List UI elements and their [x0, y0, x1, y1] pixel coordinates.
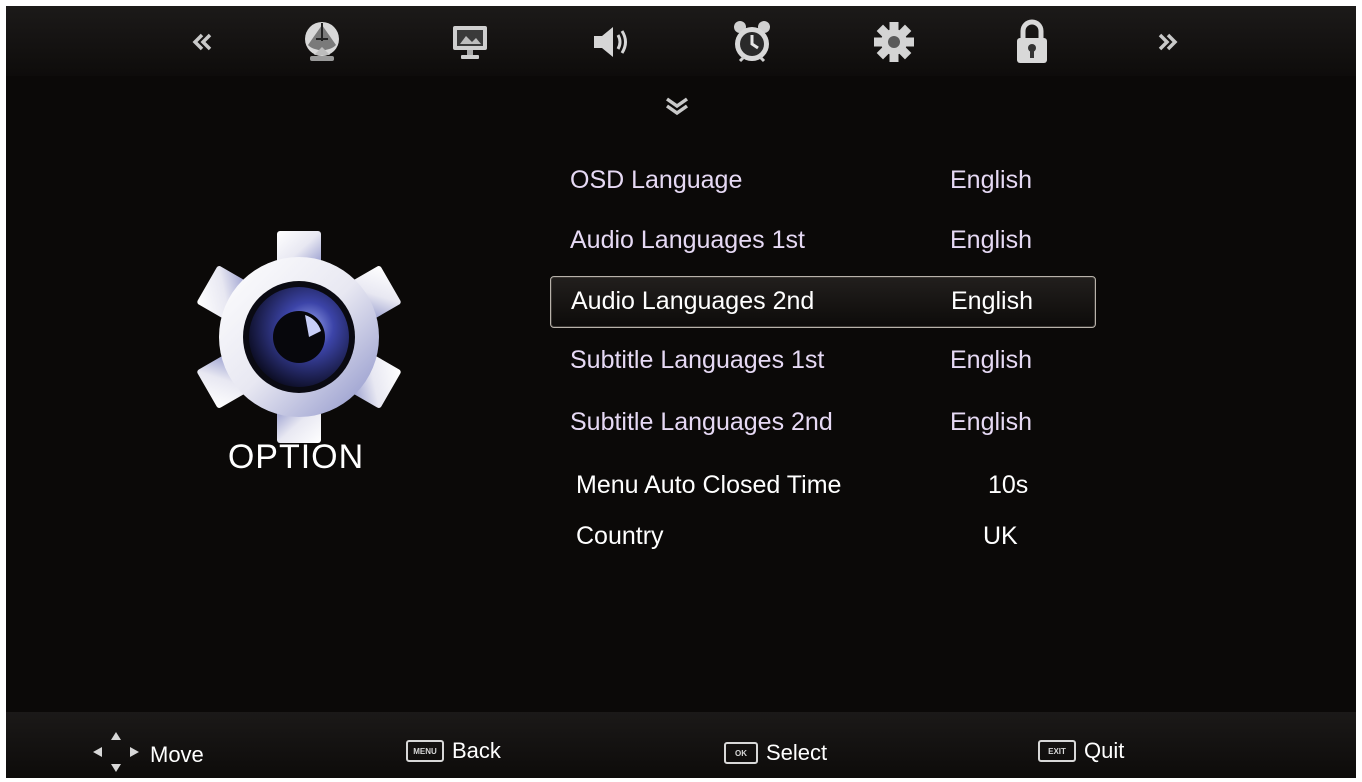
nav-option-tab[interactable]	[864, 14, 924, 70]
nav-channel-tab[interactable]	[292, 14, 352, 70]
alarm-clock-icon	[730, 19, 774, 65]
hint-label: Back	[452, 738, 501, 763]
menu-key-icon: MENU	[406, 740, 444, 762]
hint-move: Move	[90, 730, 204, 778]
exit-key-icon: EXIT	[1038, 740, 1076, 762]
menu-item-value: UK	[983, 522, 1018, 550]
nav-picture-tab[interactable]	[440, 14, 500, 70]
nav-next-button[interactable]	[1148, 14, 1188, 70]
nav-time-tab[interactable]	[722, 14, 782, 70]
double-chevron-left-icon	[191, 33, 213, 51]
hint-select: OK Select	[724, 740, 827, 766]
nav-sound-tab[interactable]	[582, 14, 642, 70]
menu-item-label: Menu Auto Closed Time	[576, 471, 842, 499]
ok-key-icon: OK	[724, 742, 758, 764]
hint-back: MENU Back	[406, 738, 501, 764]
option-gear-icon	[186, 224, 412, 450]
dpad-arrows-icon	[90, 730, 142, 778]
nav-lock-tab[interactable]	[1002, 14, 1062, 70]
menu-item-label: Audio Languages 2nd	[571, 287, 815, 315]
menu-item-value: English	[950, 166, 1032, 194]
menu-item-value: English	[950, 346, 1032, 374]
top-nav-bar	[6, 6, 1356, 76]
menu-item-subtitle-languages-2nd[interactable]: Subtitle Languages 2nd English	[550, 398, 1096, 450]
menu-item-subtitle-languages-1st[interactable]: Subtitle Languages 1st English	[550, 336, 1096, 388]
menu-item-osd-language[interactable]: OSD Language English	[550, 156, 1096, 208]
menu-item-value: English	[951, 287, 1033, 315]
nav-prev-button[interactable]	[182, 14, 222, 70]
section-title: OPTION	[227, 438, 365, 476]
help-bar: Move MENU Back OK Select EXIT Quit	[6, 712, 1356, 778]
double-chevron-down-icon	[660, 92, 694, 120]
tv-menu-screen: OPTION OSD Language English Audio Langua…	[6, 6, 1356, 778]
hint-quit: EXIT Quit	[1038, 738, 1124, 764]
menu-item-audio-languages-1st[interactable]: Audio Languages 1st English	[550, 216, 1096, 268]
padlock-icon	[1014, 19, 1050, 65]
double-chevron-right-icon	[1157, 33, 1179, 51]
menu-item-value: 10s	[988, 471, 1029, 499]
satellite-dish-icon	[300, 19, 344, 65]
hint-label: Quit	[1084, 738, 1125, 763]
menu-item-label: OSD Language	[570, 166, 743, 194]
menu-item-audio-languages-2nd[interactable]: Audio Languages 2nd English	[550, 276, 1096, 328]
gear-icon	[872, 20, 916, 64]
hint-label: Move	[150, 741, 204, 767]
speaker-icon	[591, 22, 633, 62]
menu-item-label: Country	[576, 522, 664, 550]
menu-item-value: English	[950, 226, 1032, 254]
menu-item-menu-auto-closed-time[interactable]: Menu Auto Closed Time 10s	[550, 461, 1096, 513]
hint-label: Select	[766, 740, 828, 765]
menu-item-label: Subtitle Languages 2nd	[570, 408, 833, 436]
menu-item-label: Subtitle Languages 1st	[570, 346, 825, 374]
monitor-icon	[450, 22, 490, 62]
menu-item-label: Audio Languages 1st	[570, 226, 805, 254]
menu-item-value: English	[950, 408, 1032, 436]
menu-item-country[interactable]: Country UK	[550, 512, 1096, 564]
